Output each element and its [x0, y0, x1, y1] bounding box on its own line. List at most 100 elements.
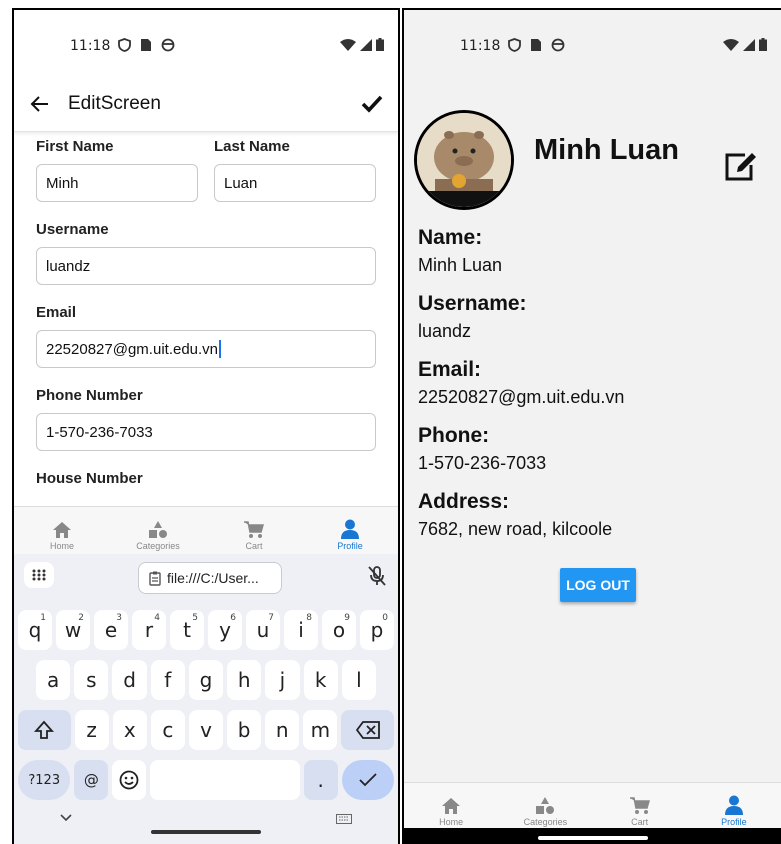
sim-card-icon — [531, 39, 541, 51]
symbols-key[interactable]: ?123 — [18, 760, 71, 800]
shield-icon — [508, 38, 521, 52]
key-i-hint: 8 — [306, 613, 312, 623]
name-value: Minh Luan — [418, 255, 503, 275]
last-name-input[interactable]: Luan — [214, 164, 376, 202]
key-a[interactable]: a — [36, 660, 71, 700]
edit-screen-phone: 11:18 EditScreen First Name Minh Last Na… — [12, 8, 400, 844]
mic-off-icon[interactable] — [368, 566, 386, 586]
home-icon — [53, 522, 71, 538]
last-name-label: Last Name — [214, 138, 290, 155]
nav-categories[interactable]: Categories — [110, 507, 206, 554]
bottom-nav: Home Categories Cart Profile — [404, 782, 781, 830]
battery-icon — [376, 38, 384, 51]
key-l[interactable]: l — [341, 660, 376, 700]
phone-input[interactable]: 1-570-236-7033 — [36, 413, 376, 451]
email-key: Email: — [418, 358, 482, 381]
signal-icon — [743, 38, 755, 51]
username-input[interactable]: luandz — [36, 247, 376, 285]
key-d[interactable]: d — [112, 660, 147, 700]
key-r[interactable]: r4 — [132, 610, 166, 650]
backspace-icon — [355, 721, 380, 739]
key-y[interactable]: y6 — [208, 610, 242, 650]
key-v[interactable]: v — [188, 710, 224, 750]
address-key: Address: — [418, 490, 510, 513]
key-i[interactable]: i8 — [284, 610, 318, 650]
key-p-hint: 0 — [382, 613, 388, 623]
nav-home[interactable]: Home — [14, 507, 110, 554]
gesture-bar — [151, 830, 261, 834]
wifi-icon — [723, 38, 739, 51]
key-row-2: asdfghjkl — [36, 660, 376, 700]
clipboard-suggestion[interactable]: file:///C:/User... — [138, 562, 282, 594]
first-name-input[interactable]: Minh — [36, 164, 198, 202]
email-input[interactable]: 22520827@gm.uit.edu.vn — [36, 330, 376, 368]
logout-button[interactable]: LOG OUT — [560, 568, 636, 602]
key-t[interactable]: t5 — [170, 610, 204, 650]
shift-icon — [34, 720, 55, 739]
categories-icon — [149, 521, 167, 538]
check-icon — [359, 773, 377, 787]
nav-cart[interactable]: Cart — [206, 507, 302, 554]
clipboard-icon — [149, 571, 161, 586]
page-title: EditScreen — [68, 92, 161, 114]
shift-key[interactable] — [18, 710, 71, 750]
key-s[interactable]: s — [74, 660, 109, 700]
status-bar: 11:18 — [14, 10, 398, 80]
key-z[interactable]: z — [74, 710, 109, 750]
nav-categories-label: Categories — [136, 541, 180, 551]
bottom-nav: Home Categories Cart Profile — [14, 506, 398, 554]
phone-value: 1-570-236-7033 — [418, 453, 547, 473]
key-o[interactable]: o9 — [322, 610, 356, 650]
key-b[interactable]: b — [227, 710, 262, 750]
key-n[interactable]: n — [265, 710, 300, 750]
key-q[interactable]: q1 — [18, 610, 52, 650]
key-g[interactable]: g — [188, 660, 224, 700]
shield-icon — [118, 38, 131, 52]
nav-profile[interactable]: Profile — [687, 783, 781, 830]
key-x[interactable]: x — [112, 710, 147, 750]
key-j[interactable]: j — [265, 660, 300, 700]
save-check-icon[interactable] — [360, 92, 384, 116]
key-p[interactable]: p0 — [360, 610, 394, 650]
key-e[interactable]: e3 — [94, 610, 128, 650]
emoji-key[interactable] — [112, 760, 146, 800]
nav-cart-label: Cart — [245, 541, 263, 551]
back-arrow-icon[interactable] — [28, 92, 52, 116]
key-m[interactable]: m — [303, 710, 338, 750]
avatar — [414, 110, 514, 210]
email-value: 22520827@gm.uit.edu.vn — [46, 340, 219, 358]
nav-home-label: Home — [439, 817, 464, 827]
system-nav-bar — [404, 828, 781, 844]
gesture-bar — [537, 836, 648, 840]
key-f[interactable]: f — [150, 660, 185, 700]
enter-key[interactable] — [341, 760, 394, 800]
status-time: 11:18 — [460, 38, 501, 54]
keyboard-apps-button[interactable] — [24, 562, 54, 588]
nav-cart[interactable]: Cart — [593, 783, 687, 830]
key-t-label: t — [183, 618, 191, 642]
backspace-key[interactable] — [341, 710, 395, 750]
signal-icon — [360, 38, 372, 51]
key-u-hint: 7 — [268, 613, 274, 623]
edit-form: First Name Minh Last Name Luan Username … — [36, 138, 376, 487]
key-w[interactable]: w2 — [56, 610, 90, 650]
profile-icon — [341, 519, 359, 539]
period-key[interactable]: . — [303, 760, 338, 800]
nav-home[interactable]: Home — [404, 783, 498, 830]
first-name-label: First Name — [36, 138, 114, 155]
keyboard-layout-icon[interactable] — [336, 814, 352, 824]
key-c[interactable]: c — [150, 710, 185, 750]
wifi-icon — [340, 38, 356, 51]
key-r-label: r — [144, 618, 154, 642]
key-e-hint: 3 — [116, 613, 122, 623]
key-k[interactable]: k — [303, 660, 338, 700]
nav-categories[interactable]: Categories — [498, 783, 592, 830]
at-key[interactable]: @ — [74, 760, 109, 800]
soft-keyboard: file:///C:/User... q1w2e3r4t5y6u7i8o9p0 … — [14, 554, 398, 844]
keyboard-hide-icon[interactable] — [60, 814, 72, 822]
space-key[interactable] — [149, 760, 300, 800]
nav-profile[interactable]: Profile — [302, 507, 398, 554]
key-u[interactable]: u7 — [246, 610, 280, 650]
edit-icon[interactable] — [723, 150, 759, 182]
key-h[interactable]: h — [227, 660, 262, 700]
